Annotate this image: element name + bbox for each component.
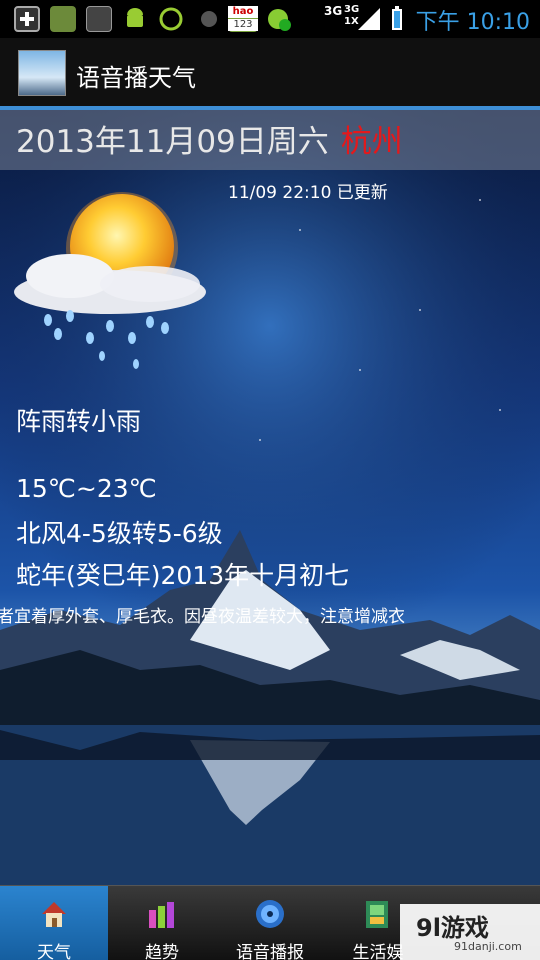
trend-bars-icon xyxy=(149,902,174,928)
status-bar: hao 123 3G 3G 1X 下午 10:10 xyxy=(0,0,540,38)
hao-label: hao xyxy=(228,6,258,18)
message-icon xyxy=(50,6,76,32)
watermark: 9l游戏 91danji.com xyxy=(400,904,540,960)
lunar-date: 蛇年(癸巳年)2013年十月初七 xyxy=(16,561,350,590)
clothing-tip-text: 弱者宜着厚外套、厚毛衣。因昼夜温差较大，注意增减衣 xyxy=(0,607,405,627)
city-label[interactable]: 杭州 xyxy=(341,124,403,160)
update-time: 11/09 22:10 已更新 xyxy=(228,183,388,203)
temperature-range: 15℃~23℃ xyxy=(16,474,157,503)
sms-icon xyxy=(86,6,112,32)
hao123-icon: hao 123 xyxy=(228,6,258,32)
date-label: 2013年11月09日周六 xyxy=(16,124,329,160)
nav-label-trend: 趋势 xyxy=(145,943,179,960)
battery-icon xyxy=(390,6,404,32)
house-icon xyxy=(42,902,66,927)
app-logo-icon xyxy=(18,50,66,96)
status-time: 下午 10:10 xyxy=(415,10,530,35)
hao-number: 123 xyxy=(228,19,258,31)
disc-icon xyxy=(256,900,284,928)
ball-icon xyxy=(196,6,222,32)
nav-label-weather: 天气 xyxy=(37,943,71,960)
app-update-icon xyxy=(266,6,292,32)
signal-icon xyxy=(356,6,382,32)
sync-icon xyxy=(158,6,184,32)
wind-info: 北风4-5级转5-6级 xyxy=(16,519,223,548)
shower-rain-icon xyxy=(0,180,230,380)
nav-tab-weather[interactable]: 天气 xyxy=(0,886,108,960)
date-line: 2013年11月09日周六 杭州 xyxy=(16,116,403,161)
nav-label-voice: 语音播报 xyxy=(236,943,304,960)
map-icon xyxy=(366,901,388,928)
clothing-tip: 弱者宜着厚外套、厚毛衣。因昼夜温差较大，注意增减衣 xyxy=(0,602,540,627)
network-3g-label: 3G xyxy=(324,4,343,18)
app-title-bar: 语音播天气 xyxy=(0,38,540,106)
add-icon xyxy=(14,6,40,32)
app-title: 语音播天气 xyxy=(76,64,196,92)
watermark-url: 91danji.com xyxy=(454,940,522,953)
watermark-logo: 9l游戏 xyxy=(416,914,489,942)
android-icon xyxy=(122,6,148,32)
weather-condition: 阵雨转小雨 xyxy=(16,407,142,436)
nav-tab-voice[interactable]: 语音播报 xyxy=(216,886,324,960)
nav-tab-trend[interactable]: 趋势 xyxy=(108,886,216,960)
